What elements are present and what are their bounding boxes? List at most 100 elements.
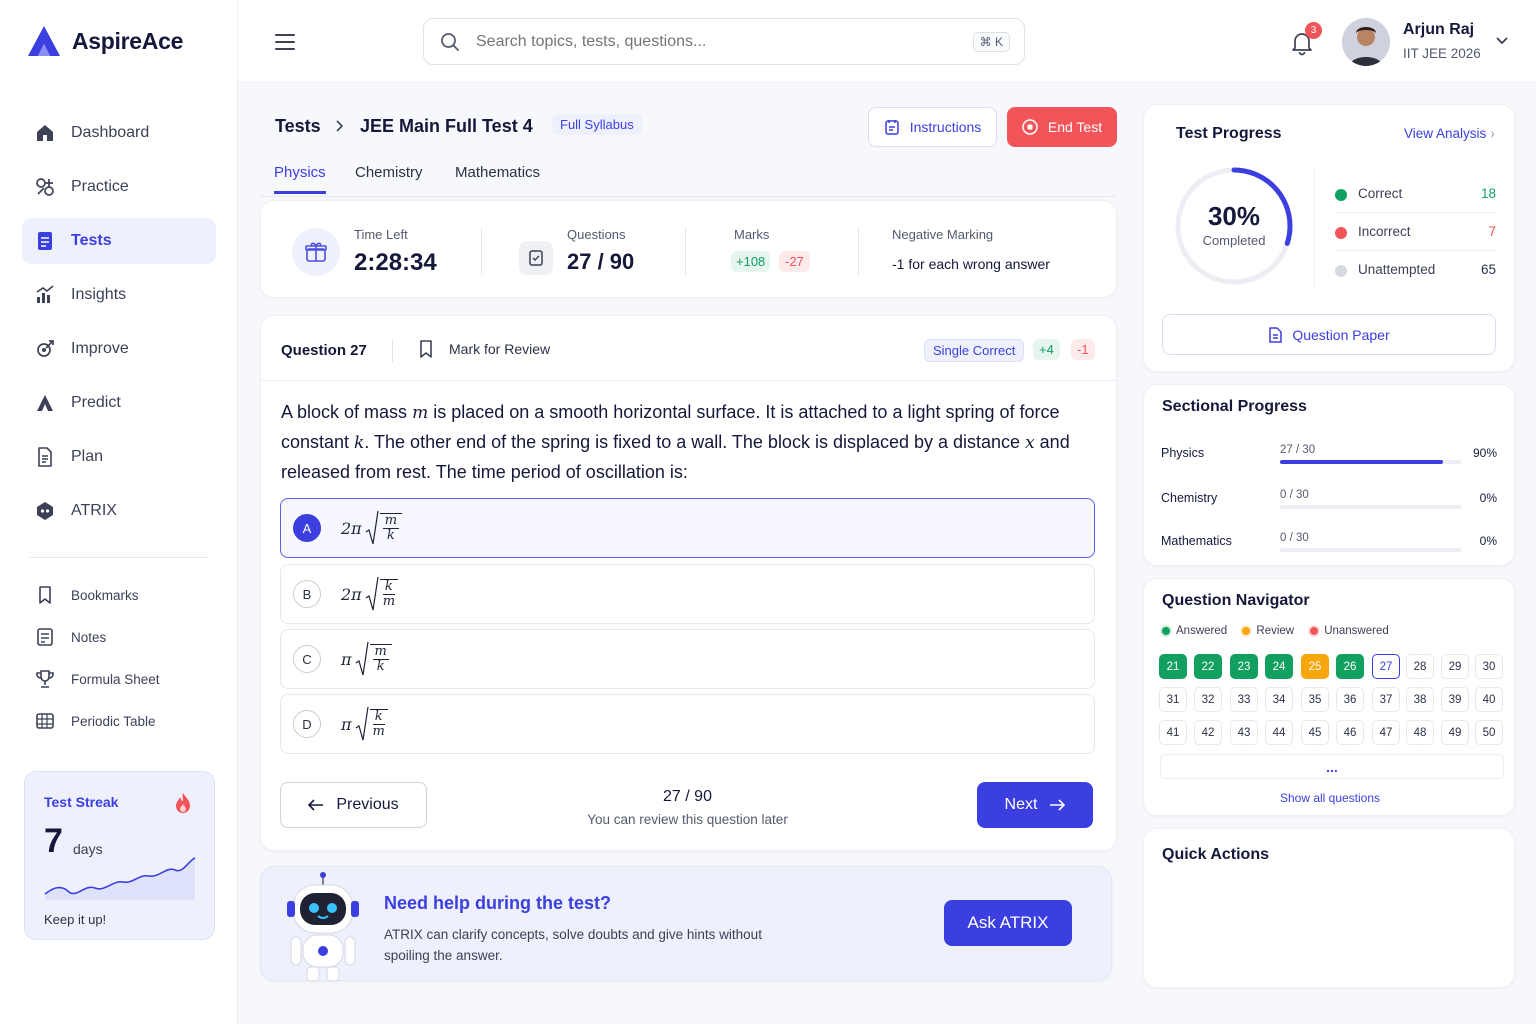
question-nav-button[interactable]: 31 [1159, 687, 1187, 712]
sidebar-item-insights[interactable]: Insights [22, 272, 216, 318]
question-text-segment: k [354, 433, 365, 453]
question-nav-button[interactable]: 26 [1336, 654, 1364, 679]
question-nav-button[interactable]: 22 [1194, 654, 1222, 679]
question-text-segment: x [1025, 433, 1035, 453]
brand-logo[interactable]: AspireAce [26, 24, 183, 58]
ask-atrix-button[interactable]: Ask ATRIX [944, 900, 1072, 946]
navigator-legend-item: Review [1242, 625, 1294, 637]
question-nav-button[interactable]: 30 [1475, 654, 1503, 679]
user-subtitle: IIT JEE 2026 [1403, 46, 1481, 61]
section-percent: 90% [1472, 446, 1497, 460]
breadcrumb-tests[interactable]: Tests [275, 116, 321, 137]
question-nav-button[interactable]: 41 [1159, 720, 1187, 745]
question-nav-button[interactable]: 42 [1194, 720, 1222, 745]
tabs-divider [260, 196, 1117, 197]
user-name: Arjun Raj [1403, 21, 1475, 38]
question-nav-button[interactable]: 39 [1441, 687, 1469, 712]
section-count: 27 / 30 [1280, 444, 1316, 456]
practice-icon [36, 178, 54, 196]
question-nav-button[interactable]: 27 [1372, 654, 1400, 679]
fraction-numerator: k [382, 579, 395, 595]
robot-icon [287, 872, 359, 982]
sidebar-item-formula-sheet[interactable]: Formula Sheet [22, 662, 216, 696]
home-icon [37, 125, 53, 141]
progress-percent-label: Completed [1202, 233, 1266, 248]
sidebar-item-tests[interactable]: Tests [22, 218, 216, 264]
tests-icon [38, 232, 52, 250]
next-button[interactable]: Next [977, 782, 1093, 828]
question-nav-button[interactable]: 35 [1301, 687, 1329, 712]
question-nav-button[interactable]: 29 [1441, 654, 1469, 679]
option-b[interactable]: B 2π k m [280, 564, 1095, 624]
option-letter: D [293, 710, 321, 738]
question-paper-button[interactable]: Question Paper [1162, 314, 1496, 355]
sidebar-item-practice[interactable]: Practice [22, 164, 216, 210]
show-all-questions-link[interactable]: Show all questions [1144, 791, 1516, 805]
question-nav-button[interactable]: 33 [1230, 687, 1258, 712]
option-a[interactable]: A 2π m k [280, 498, 1095, 558]
option-d[interactable]: Dπkm [280, 694, 1095, 754]
question-nav-button[interactable]: 47 [1372, 720, 1400, 745]
top-bar: ⌘ K 3 Arjun Raj IIT JEE 2026 [238, 0, 1536, 83]
question-nav-button[interactable]: 28 [1406, 654, 1434, 679]
sidebar-item-tests-label: Tests [71, 232, 112, 249]
sidebar-item-improve[interactable]: Improve [22, 326, 216, 372]
questions-icon [519, 241, 553, 275]
formula-coefficient: π [341, 714, 352, 734]
question-nav-button[interactable]: 46 [1336, 720, 1364, 745]
formula-coefficient: π [341, 649, 352, 669]
search-bar[interactable]: ⌘ K [423, 18, 1025, 65]
sqrt-icon [355, 641, 369, 676]
avatar[interactable] [1342, 18, 1390, 66]
question-nav-button[interactable]: 21 [1159, 654, 1187, 679]
question-nav-button[interactable]: 24 [1265, 654, 1293, 679]
chevron-down-icon[interactable] [1496, 37, 1508, 45]
question-nav-button[interactable]: 43 [1230, 720, 1258, 745]
notification-badge: 3 [1305, 22, 1322, 39]
menu-icon[interactable] [275, 33, 295, 51]
quick-actions-card: Quick Actions [1143, 828, 1515, 988]
question-nav-button[interactable]: 38 [1406, 687, 1434, 712]
question-type-badge: Single Correct [924, 339, 1025, 362]
mark-review-label: Mark for Review [449, 341, 551, 357]
view-analysis-link[interactable]: View Analysis › [1404, 126, 1495, 141]
question-nav-button[interactable]: 32 [1194, 687, 1222, 712]
question-nav-button[interactable]: 40 [1475, 687, 1503, 712]
time-left-value: 2:28:34 [354, 249, 437, 276]
end-test-button[interactable]: End Test [1007, 107, 1117, 147]
formula-fraction: km [369, 709, 388, 739]
question-nav-button[interactable]: 44 [1265, 720, 1293, 745]
question-nav-button[interactable]: 37 [1372, 687, 1400, 712]
sidebar-item-periodic-table[interactable]: Periodic Table [22, 704, 216, 738]
question-nav-button[interactable]: 49 [1441, 720, 1469, 745]
search-input[interactable] [476, 32, 946, 51]
sidebar-item-dashboard[interactable]: Dashboard [22, 110, 216, 156]
question-nav-button[interactable]: 45 [1301, 720, 1329, 745]
previous-button[interactable]: Previous [280, 782, 427, 828]
question-nav-button[interactable]: 50 [1475, 720, 1503, 745]
sidebar-item-bookmarks[interactable]: Bookmarks [22, 578, 216, 612]
question-nav-button[interactable]: 23 [1230, 654, 1258, 679]
instructions-label: Instructions [909, 119, 982, 135]
notification-button[interactable]: 3 [1290, 22, 1322, 59]
formula-fraction: mk [369, 644, 392, 674]
instructions-button[interactable]: Instructions [868, 107, 997, 147]
question-nav-button[interactable]: 34 [1265, 687, 1293, 712]
option-c[interactable]: Cπmk [280, 629, 1095, 689]
sidebar-item-plan[interactable]: Plan [22, 434, 216, 480]
sidebar-item-predict[interactable]: Predict [22, 380, 216, 426]
legend-dot [1335, 189, 1347, 201]
tab-chemistry[interactable]: Chemistry [355, 164, 423, 191]
sidebar-item-atrix[interactable]: ATRIX [22, 488, 216, 534]
mark-review-button[interactable]: Mark for Review [419, 340, 550, 358]
sidebar-item-notes[interactable]: Notes [22, 620, 216, 654]
tab-physics[interactable]: Physics [274, 164, 326, 194]
tab-mathematics[interactable]: Mathematics [455, 164, 540, 191]
question-nav-button[interactable]: 25 [1301, 654, 1329, 679]
legend-divider [1335, 250, 1497, 251]
more-questions-button[interactable]: ... [1160, 754, 1504, 779]
question-nav-button[interactable]: 48 [1406, 720, 1434, 745]
legend-dot [1335, 227, 1347, 239]
test-stats-card: Time Left 2:28:34 Questions 27 / 90 Mark… [260, 200, 1117, 298]
question-nav-button[interactable]: 36 [1336, 687, 1364, 712]
